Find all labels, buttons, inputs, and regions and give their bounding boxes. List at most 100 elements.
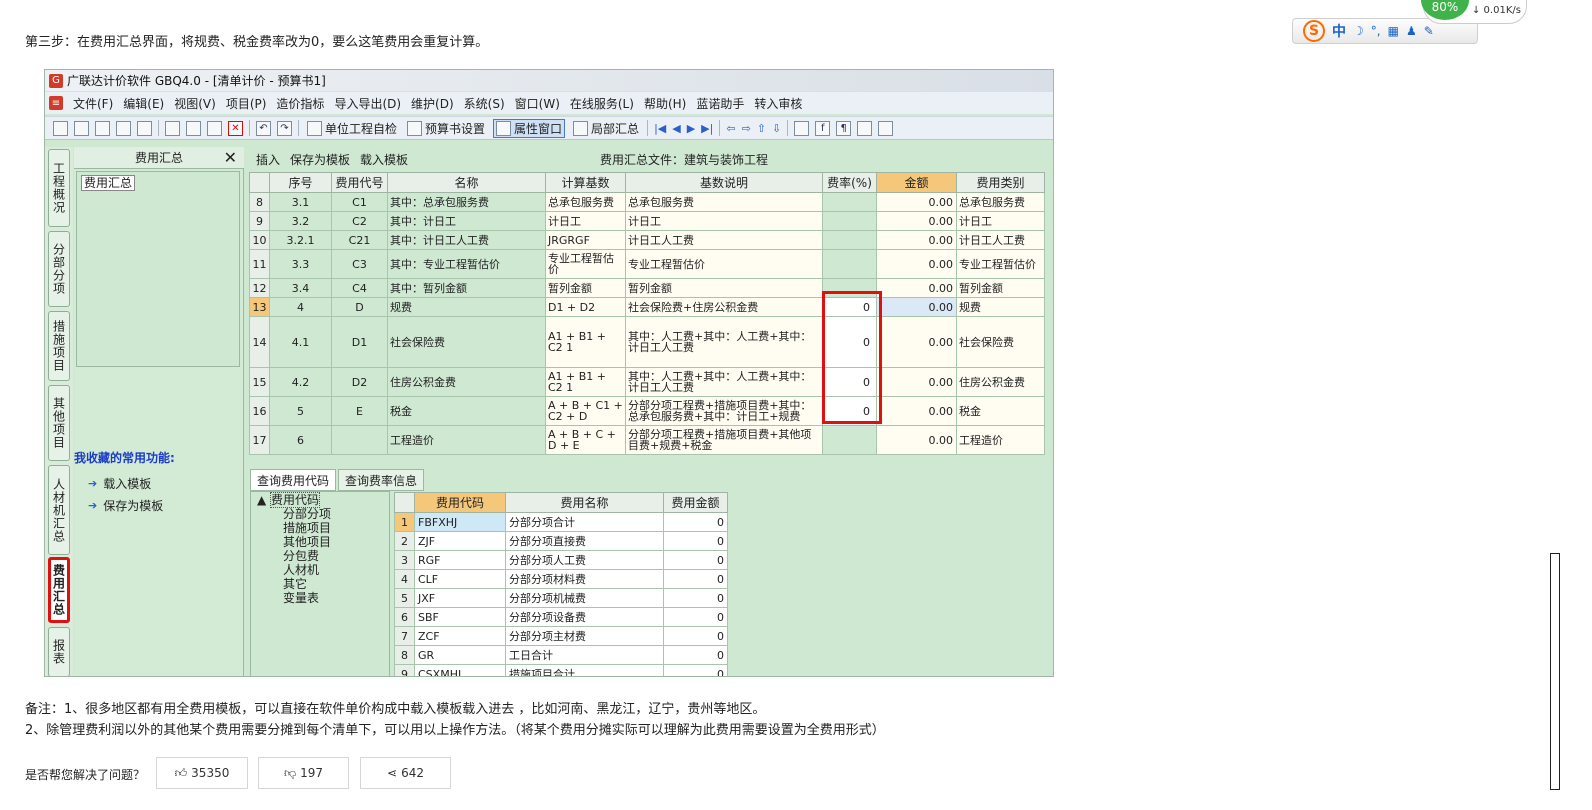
menu-help[interactable]: 帮助(H)	[644, 95, 686, 112]
cell-category[interactable]: 暂列金额	[956, 278, 1045, 298]
prev-icon[interactable]: ◀	[672, 122, 680, 135]
tree-item[interactable]: 分部分项	[257, 507, 383, 521]
cell-category[interactable]: 规费	[956, 297, 1045, 317]
cell-code[interactable]: D	[331, 297, 388, 317]
cell-base[interactable]: D1 + D2	[545, 297, 626, 317]
tree-item-cost-summary[interactable]: 费用汇总	[81, 175, 136, 191]
col-name-header[interactable]: 名称	[387, 172, 546, 193]
menu-import-export[interactable]: 导入导出(D)	[334, 95, 401, 112]
menu-edit[interactable]: 编辑(E)	[123, 95, 164, 112]
cell-seq[interactable]: 3.1	[269, 192, 332, 212]
cell-code[interactable]: CSXMHJ	[414, 664, 506, 676]
table-icon[interactable]	[878, 120, 894, 136]
next-icon[interactable]: ▶	[687, 122, 695, 135]
tree-item[interactable]: 人材机	[257, 563, 383, 577]
budget-settings-button[interactable]: 预算书设置	[405, 120, 487, 137]
cell-base[interactable]: 总承包服务费	[545, 192, 626, 212]
tool-icon[interactable]: ✎	[1424, 24, 1434, 38]
cell-base[interactable]: 暂列金额	[545, 278, 626, 298]
tree-item[interactable]: 变量表	[257, 591, 383, 605]
cell-code[interactable]: SBF	[414, 607, 506, 627]
cell-amount[interactable]: 0.00	[876, 230, 957, 250]
col-desc-header[interactable]: 基数说明	[625, 172, 823, 193]
table-row[interactable]: 15 4.2 D2 住房公积金费 A1 + B1 + C2 1 其中：人工费+其…	[249, 367, 1045, 397]
tree-root[interactable]: ▲ 费用代码	[257, 492, 383, 508]
tab-other-items[interactable]: 其他项目	[48, 385, 70, 461]
moon-icon[interactable]: ☽	[1353, 24, 1364, 38]
tab-reports[interactable]: 报表	[48, 627, 70, 676]
cell-code[interactable]: C21	[331, 230, 388, 250]
table-row[interactable]: 8 3.1 C1 其中：总承包服务费 总承包服务费 总承包服务费 0.00 总承…	[249, 192, 1045, 212]
cell-category[interactable]: 社会保险费	[956, 316, 1045, 368]
cell-code[interactable]: C1	[331, 192, 388, 212]
self-check-button[interactable]: 单位工程自检	[305, 120, 399, 137]
save-all-icon[interactable]	[137, 120, 152, 136]
cell-name[interactable]: 分部分项材料费	[505, 569, 664, 589]
cell-name[interactable]: 税金	[387, 396, 546, 426]
cut-icon[interactable]	[165, 120, 180, 136]
calculator-icon[interactable]	[794, 120, 810, 136]
cell-amount[interactable]: 0	[663, 531, 728, 551]
tree-item[interactable]: 其他项目	[257, 535, 383, 549]
cell-code[interactable]	[331, 425, 388, 455]
cell-name[interactable]: 社会保险费	[387, 316, 546, 368]
last-icon[interactable]: ▶|	[701, 122, 713, 135]
cell-desc[interactable]: 分部分项工程费+措施项目费+其他项目费+规费+税金	[625, 425, 823, 455]
delete-icon[interactable]: ✕	[228, 120, 243, 136]
cell-name[interactable]: 分部分项合计	[505, 512, 664, 532]
cell-amount[interactable]: 0.00	[876, 316, 957, 368]
cell-seq[interactable]: 3.2.1	[269, 230, 332, 250]
menu-transfer-audit[interactable]: 转入审核	[754, 95, 802, 112]
cell-desc[interactable]: 总承包服务费	[625, 192, 823, 212]
cell-base[interactable]: 计日工	[545, 211, 626, 231]
cell-name[interactable]: 分部分项主材费	[505, 626, 664, 646]
cell-amount[interactable]: 0	[663, 550, 728, 570]
cell-category[interactable]: 税金	[956, 396, 1045, 426]
share-button[interactable]: ⋖ 642	[360, 757, 451, 789]
tab-query-rate[interactable]: 查询费率信息	[338, 469, 425, 491]
close-icon[interactable]: ✕	[224, 148, 237, 167]
move-up-icon[interactable]: ⇧	[757, 122, 766, 135]
menu-assistant[interactable]: 蓝诺助手	[696, 95, 744, 112]
cell-category[interactable]: 工程造价	[956, 425, 1045, 455]
paste-icon[interactable]	[207, 120, 222, 136]
tree-item[interactable]: 分包费	[257, 549, 383, 563]
table-row[interactable]: 3 RGF 分部分项人工费 0	[394, 550, 728, 570]
table-row[interactable]: 14 4.1 D1 社会保险费 A1 + B1 + C2 1 其中：人工费+其中…	[249, 316, 1045, 368]
cell-desc[interactable]: 其中：人工费+其中：人工费+其中：计日工人工费	[625, 367, 823, 397]
table-row[interactable]: 6 SBF 分部分项设备费 0	[394, 607, 728, 627]
col-seq-header[interactable]: 序号	[269, 172, 332, 193]
cell-name[interactable]: 其中：计日工	[387, 211, 546, 231]
table-row-selected[interactable]: 13 4 D 规费 D1 + D2 社会保险费+住房公积金费 0 0.00 规费	[249, 297, 1045, 317]
tree-item[interactable]: 措施项目	[257, 521, 383, 535]
redo-icon[interactable]: ↷	[277, 120, 292, 136]
cube-icon[interactable]	[857, 120, 873, 136]
menu-online-service[interactable]: 在线服务(L)	[570, 95, 634, 112]
cell-code[interactable]: C3	[331, 249, 388, 279]
col-base-header[interactable]: 计算基数	[545, 172, 626, 193]
page-scrollbar[interactable]	[1550, 553, 1560, 790]
table-row[interactable]: 11 3.3 C3 其中：专业工程暂估价 专业工程暂估价 专业工程暂估价 0.0…	[249, 249, 1045, 279]
menu-cost-index[interactable]: 造价指标	[276, 95, 324, 112]
cell-code[interactable]: ZCF	[414, 626, 506, 646]
cell-base[interactable]: A + B + C1 + C2 + D	[545, 396, 626, 426]
menu-window[interactable]: 窗口(W)	[515, 95, 560, 112]
cell-rate[interactable]	[822, 192, 877, 212]
cell-rate[interactable]	[822, 230, 877, 250]
table-row[interactable]: 10 3.2.1 C21 其中：计日工人工费 JRGRGF 计日工人工费 0.0…	[249, 230, 1045, 250]
cell-desc[interactable]: 分部分项工程费+措施项目费+其中：总承包服务费+其中：计日工+规费	[625, 396, 823, 426]
cell-rate[interactable]	[822, 249, 877, 279]
paragraph-icon[interactable]: ¶	[836, 120, 852, 136]
cell-base[interactable]: A + B + C + D + E	[545, 425, 626, 455]
undo-icon[interactable]: ↶	[256, 120, 271, 136]
cell-amount[interactable]: 0	[663, 607, 728, 627]
punctuation-icon[interactable]: °,	[1371, 24, 1381, 38]
cell-amount[interactable]: 0.00	[876, 425, 957, 455]
cell-desc[interactable]: 专业工程暂估价	[625, 249, 823, 279]
cell-name[interactable]: 分部分项直接费	[505, 531, 664, 551]
cell-category[interactable]: 计日工人工费	[956, 230, 1045, 250]
tab-cost-summary[interactable]: 费用汇总	[48, 557, 70, 623]
ime-mode-toggle[interactable]: 中	[1332, 21, 1346, 41]
cell-name[interactable]: 其中：专业工程暂估价	[387, 249, 546, 279]
cell-name[interactable]: 其中：计日工人工费	[387, 230, 546, 250]
